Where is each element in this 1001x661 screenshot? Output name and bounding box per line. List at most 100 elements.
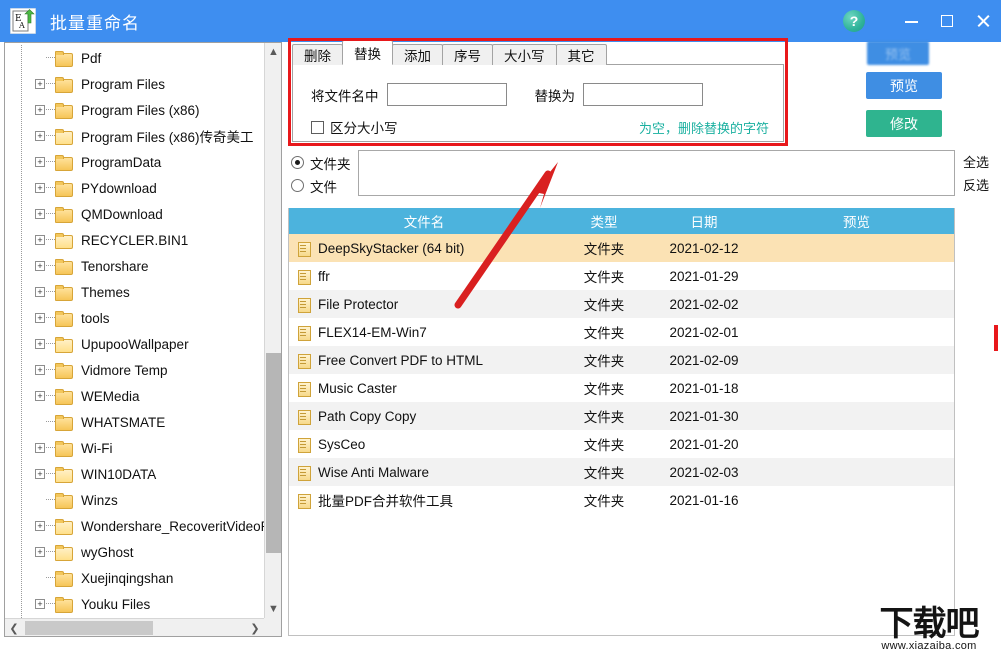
tree-expander-icon[interactable]: + xyxy=(35,521,45,531)
tree-connector xyxy=(46,239,55,240)
tree-item-label: Winzs xyxy=(81,492,118,508)
file-name-cell: ffr xyxy=(289,269,559,285)
table-row[interactable]: Wise Anti Malware 文件夹 2021-02-03 xyxy=(289,458,954,486)
tree-hscroll-thumb[interactable] xyxy=(25,621,153,635)
radio-on-icon[interactable] xyxy=(291,156,304,169)
invert-selection-link[interactable]: 反选 xyxy=(956,174,996,197)
tree-expander-icon[interactable]: + xyxy=(35,157,45,167)
tree-expander-icon[interactable]: + xyxy=(35,105,45,115)
tree-item-program-files-x86-chuanqi[interactable]: + Program Files (x86)传奇美工 xyxy=(5,123,265,149)
tree-item-upupoowallpaper[interactable]: + UpupooWallpaper xyxy=(5,331,265,357)
tab-sequence[interactable]: 序号 xyxy=(442,44,493,65)
tree-item-vidmore-temp[interactable]: + Vidmore Temp xyxy=(5,357,265,383)
preview-button[interactable]: 预览 xyxy=(866,72,942,99)
maximize-button[interactable] xyxy=(929,0,965,42)
tree-guideline xyxy=(21,175,22,201)
tree-expander-icon[interactable]: + xyxy=(35,443,45,453)
close-button[interactable] xyxy=(965,0,1001,42)
scroll-left-icon[interactable]: ❮ xyxy=(5,619,23,636)
tree-item-winzs[interactable]: + Winzs xyxy=(5,487,265,513)
tree-item-wi-fi[interactable]: + Wi-Fi xyxy=(5,435,265,461)
folder-icon xyxy=(55,545,73,561)
tree-item-pdf[interactable]: + Pdf xyxy=(5,45,265,71)
table-row[interactable]: SysCeo 文件夹 2021-01-20 xyxy=(289,430,954,458)
tree-guideline xyxy=(21,383,22,409)
tree-item-win10data[interactable]: + WIN10DATA xyxy=(5,461,265,487)
checkbox-icon[interactable] xyxy=(311,120,324,134)
tree-expander-icon[interactable]: + xyxy=(35,79,45,89)
replace-input[interactable] xyxy=(583,83,703,106)
tree-expander-icon[interactable]: + xyxy=(35,131,45,141)
tab-case[interactable]: 大小写 xyxy=(492,44,557,65)
table-row[interactable]: FLEX14-EM-Win7 文件夹 2021-02-01 xyxy=(289,318,954,346)
column-header-type[interactable]: 类型 xyxy=(559,211,649,231)
table-row[interactable]: DeepSkyStacker (64 bit) 文件夹 2021-02-12 xyxy=(289,234,954,262)
tree-item-themes[interactable]: + Themes xyxy=(5,279,265,305)
tree-expander-icon[interactable]: + xyxy=(35,391,45,401)
tree-expander-icon[interactable]: + xyxy=(35,469,45,479)
tab-delete[interactable]: 删除 xyxy=(292,44,343,65)
tree-expander-icon[interactable]: + xyxy=(35,339,45,349)
tree-item-wondershare-recoverit[interactable]: + Wondershare_RecoveritVideoRepair xyxy=(5,513,265,539)
scroll-right-icon[interactable]: ❯ xyxy=(246,619,264,636)
tree-item-wemedia[interactable]: + WEMedia xyxy=(5,383,265,409)
minimize-button[interactable] xyxy=(893,0,929,42)
select-all-link[interactable]: 全选 xyxy=(956,151,996,174)
tree-item-tenorshare[interactable]: + Tenorshare xyxy=(5,253,265,279)
tree-guideline xyxy=(21,45,22,71)
scroll-up-icon[interactable]: ▲ xyxy=(265,43,281,61)
table-row[interactable]: ffr 文件夹 2021-01-29 xyxy=(289,262,954,290)
case-sensitive-checkbox[interactable]: 区分大小写 xyxy=(311,117,398,137)
tree-item-youku-files[interactable]: + Youku Files xyxy=(5,591,265,617)
application-window: E A 批量重命名 ? + Pdf xyxy=(0,0,1001,661)
path-display-box[interactable] xyxy=(358,150,955,196)
tree-expander-icon[interactable]: + xyxy=(35,599,45,609)
replace-tab-panel: 将文件名中 替换为 区分大小写 为空，删除替换的字符 xyxy=(292,64,784,142)
tab-other[interactable]: 其它 xyxy=(555,44,607,65)
tree-item-wyghost[interactable]: + wyGhost xyxy=(5,539,265,565)
tree-item-xuejinqingshan[interactable]: + Xuejinqingshan xyxy=(5,565,265,591)
file-name-label: Music Caster xyxy=(318,380,397,396)
table-row[interactable]: Path Copy Copy 文件夹 2021-01-30 xyxy=(289,402,954,430)
tree-vertical-scrollbar[interactable]: ▲ ▼ xyxy=(264,43,281,618)
tree-item-pydownload[interactable]: + PYdownload xyxy=(5,175,265,201)
tree-item-program-files-x86[interactable]: + Program Files (x86) xyxy=(5,97,265,123)
tree-expander-icon[interactable]: + xyxy=(35,365,45,375)
modify-button[interactable]: 修改 xyxy=(866,110,942,137)
tree-expander-icon[interactable]: + xyxy=(35,235,45,245)
column-header-name[interactable]: 文件名 xyxy=(289,211,559,231)
help-icon[interactable]: ? xyxy=(843,10,865,32)
tree-item-programdata[interactable]: + ProgramData xyxy=(5,149,265,175)
tree-item-recycler-bin1[interactable]: + RECYCLER.BIN1 xyxy=(5,227,265,253)
tree-horizontal-scrollbar[interactable]: ❮ ❯ xyxy=(5,618,264,636)
tree-expander-icon[interactable]: + xyxy=(35,287,45,297)
watermark-url: www.xiazaiba.com xyxy=(881,640,977,653)
column-header-preview[interactable]: 预览 xyxy=(759,211,954,231)
tab-replace[interactable]: 替换 xyxy=(342,40,393,65)
table-row[interactable]: File Protector 文件夹 2021-02-02 xyxy=(289,290,954,318)
tree-item-whatsmate[interactable]: + WHATSMATE xyxy=(5,409,265,435)
tree-expander-icon[interactable]: + xyxy=(35,313,45,323)
column-header-date[interactable]: 日期 xyxy=(649,211,759,231)
file-list[interactable]: 文件名 类型 日期 预览 DeepSkyStacker (64 bit) 文件夹… xyxy=(288,208,955,636)
tree-item-tools[interactable]: + tools xyxy=(5,305,265,331)
radio-folder[interactable]: 文件夹 xyxy=(291,151,359,174)
tree-expander-icon[interactable]: + xyxy=(35,183,45,193)
radio-file[interactable]: 文件 xyxy=(291,174,359,197)
table-row[interactable]: 批量PDF合并软件工具 文件夹 2021-01-16 xyxy=(289,486,954,514)
tree-vscroll-thumb[interactable] xyxy=(266,353,281,553)
tree-expander-icon[interactable]: + xyxy=(35,261,45,271)
find-input[interactable] xyxy=(386,83,507,106)
scroll-down-icon[interactable]: ▼ xyxy=(265,600,281,618)
scope-radio-group[interactable]: 文件夹 文件 xyxy=(291,151,359,197)
table-row[interactable]: Music Caster 文件夹 2021-01-18 xyxy=(289,374,954,402)
tree-item-qmdownload[interactable]: + QMDownload xyxy=(5,201,265,227)
tree-expander-icon[interactable]: + xyxy=(35,547,45,557)
radio-off-icon[interactable] xyxy=(291,179,304,192)
folder-tree-list[interactable]: + Pdf + Program Files + Program Files (x… xyxy=(5,43,265,618)
table-row[interactable]: Free Convert PDF to HTML 文件夹 2021-02-09 xyxy=(289,346,954,374)
tree-expander-icon[interactable]: + xyxy=(35,209,45,219)
operation-tabs[interactable]: 删除 替换 添加 序号 大小写 其它 xyxy=(292,40,784,65)
tree-item-program-files[interactable]: + Program Files xyxy=(5,71,265,97)
tab-add[interactable]: 添加 xyxy=(392,44,443,65)
